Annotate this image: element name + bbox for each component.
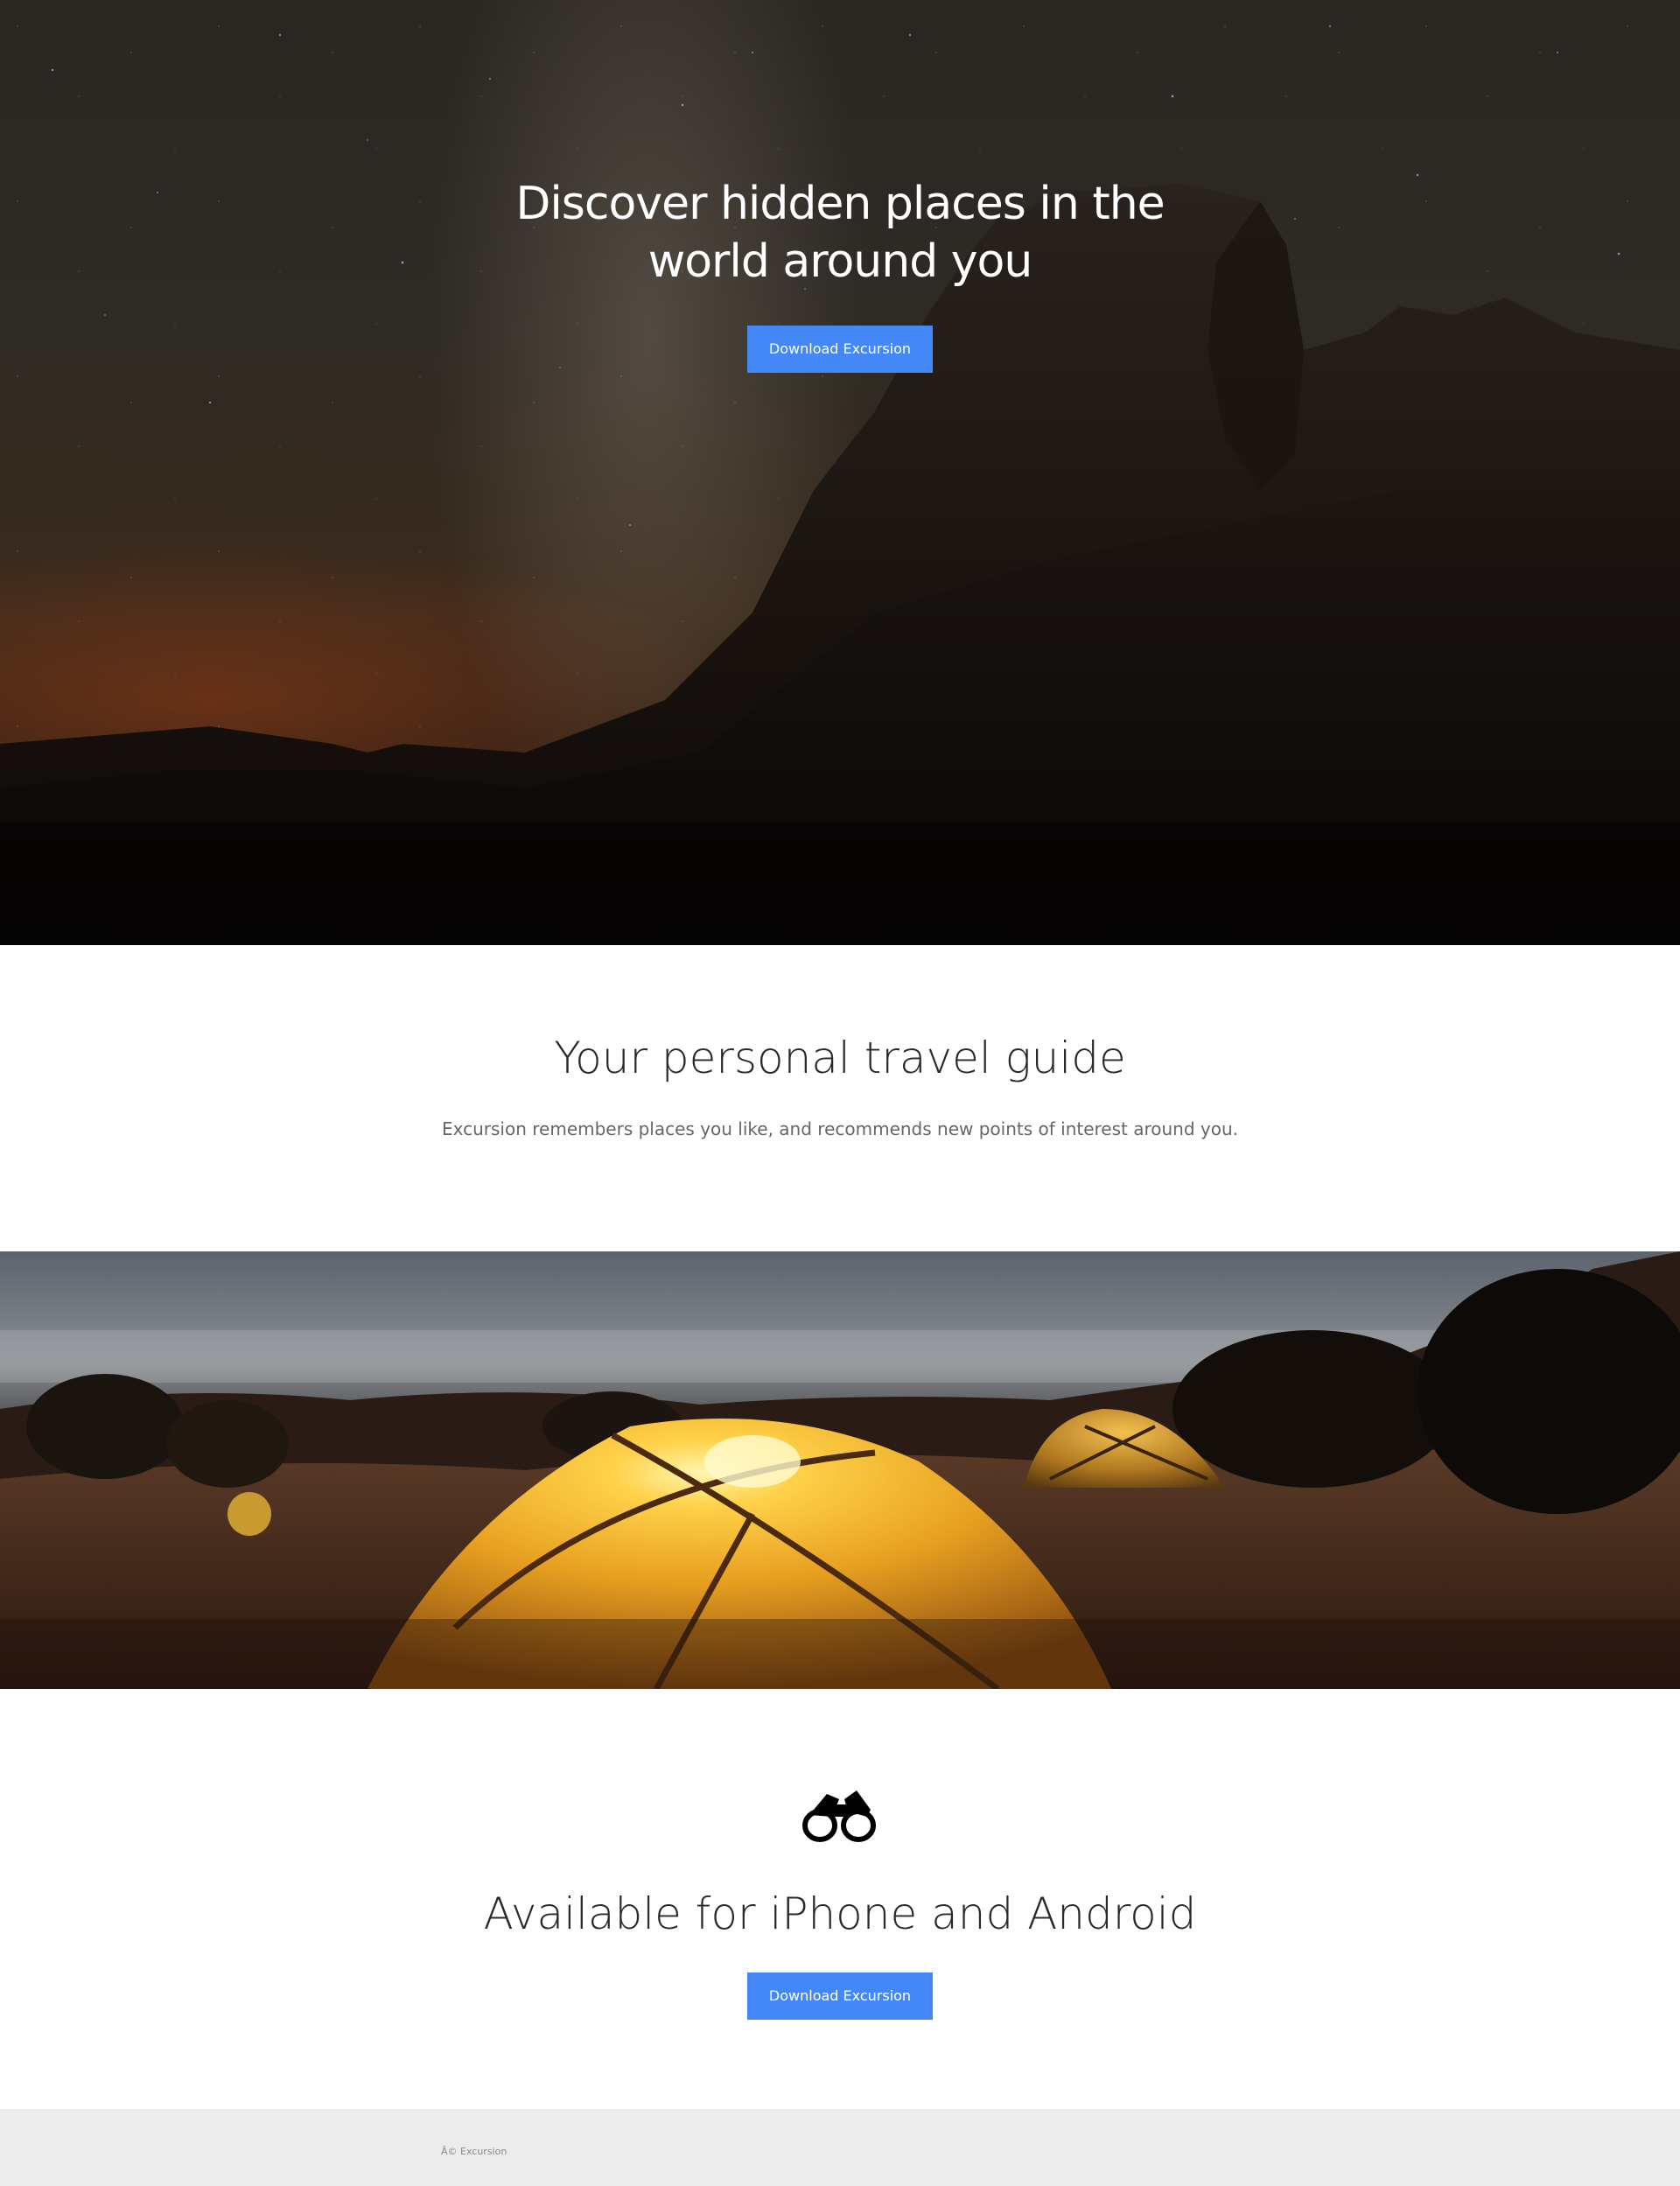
hero-title: Discover hidden places in the world arou…: [515, 178, 1165, 288]
hero-mountain-silhouette: [0, 184, 1680, 945]
hero-download-button[interactable]: Download Excursion: [746, 326, 934, 373]
availability-download-button[interactable]: Download Excursion: [746, 1972, 934, 2020]
travel-guide-description: Excursion remembers places you like, and…: [441, 1118, 1239, 1139]
hero-content: Discover hidden places in the world arou…: [0, 175, 1680, 373]
travel-guide-section: Your personal travel guide Excursion rem…: [0, 945, 1680, 1251]
page-footer: Â© Excursion: [0, 2109, 1680, 2186]
campsite-illustration: [0, 1251, 1680, 1689]
campsite-image: [0, 1251, 1680, 1689]
availability-section: Available for iPhone and Android Downloa…: [0, 1689, 1680, 2109]
availability-title: Available for iPhone and Android: [483, 1888, 1197, 1939]
travel-guide-title: Your personal travel guide: [554, 1033, 1126, 1083]
footer-copyright: Â© Excursion: [441, 2146, 508, 2157]
hero-section: Discover hidden places in the world arou…: [0, 0, 1680, 945]
binoculars-icon: [802, 1790, 876, 1842]
